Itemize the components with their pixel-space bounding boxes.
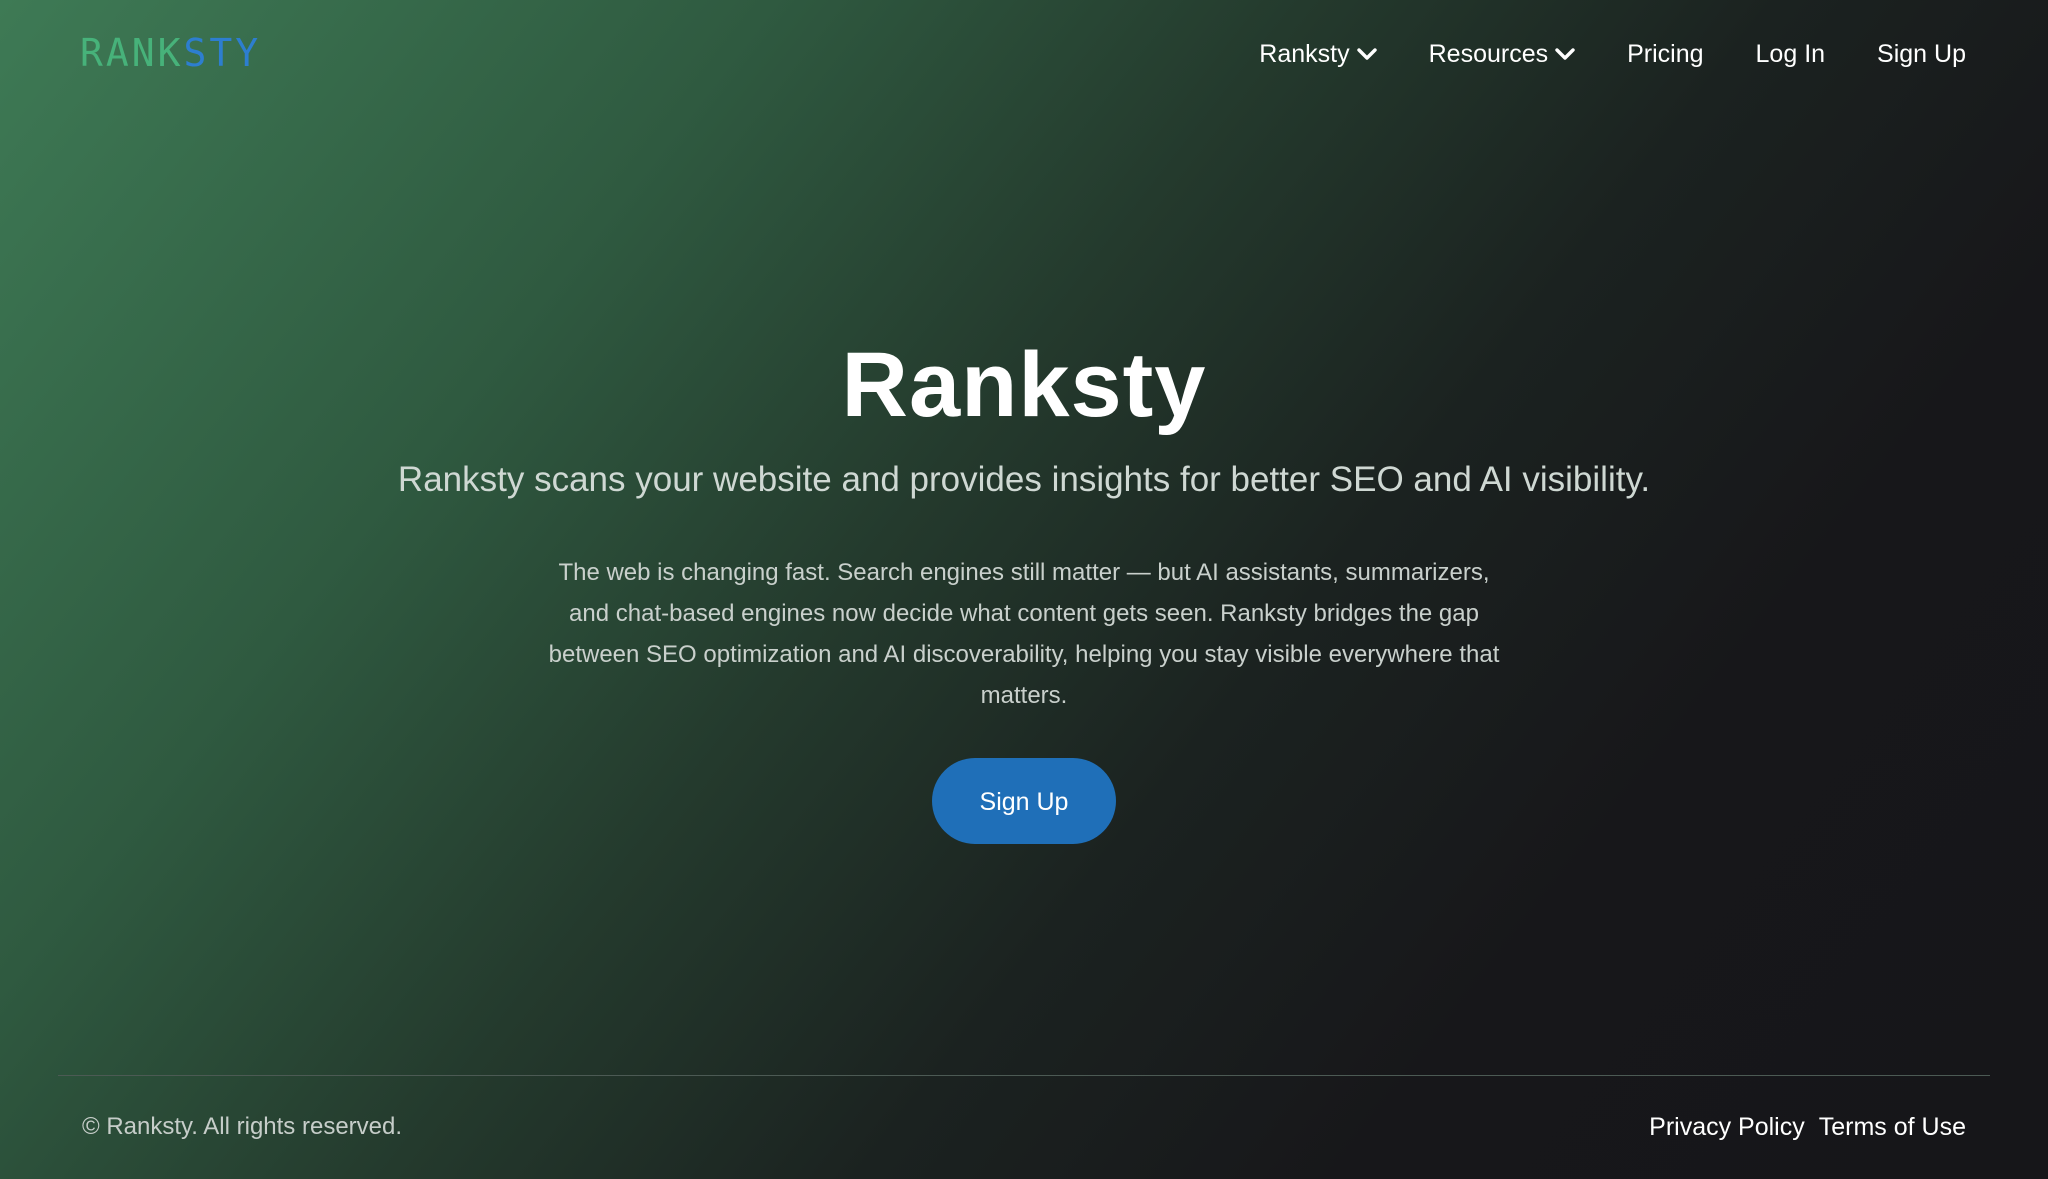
site-logo[interactable]: RANK STY <box>80 31 262 75</box>
nav-item-resources[interactable]: Resources <box>1429 40 1576 69</box>
footer-links: Privacy Policy Terms of Use <box>1649 1112 1966 1142</box>
nav-item-label: Log In <box>1755 39 1826 68</box>
logo-text-secondary: STY <box>183 31 262 75</box>
nav-item-log-in[interactable]: Log In <box>1756 40 1826 69</box>
footer-copyright: © Ranksty. All rights reserved. <box>82 1113 403 1140</box>
nav-item-sign-up[interactable]: Sign Up <box>1877 40 1966 69</box>
logo-text-primary: RANK <box>80 31 184 75</box>
footer-divider <box>58 1075 1990 1076</box>
nav-item-label: Resources <box>1428 39 1549 68</box>
site-header: RANK STY Ranksty Resources Pricing Log In… <box>0 0 2048 108</box>
nav-item-label: Ranksty <box>1259 39 1350 68</box>
hero-description: The web is changing fast. Search engines… <box>548 559 1500 709</box>
nav-item-pricing[interactable]: Pricing <box>1627 40 1703 69</box>
terms-of-use-link[interactable]: Terms of Use <box>1819 1112 1966 1142</box>
chevron-down-icon <box>1356 47 1377 61</box>
nav-item-label: Pricing <box>1627 39 1704 68</box>
chevron-down-icon <box>1555 47 1575 61</box>
hero-subtitle: Ranksty scans your website and provides … <box>397 460 1651 499</box>
hero-section: Ranksty Ranksty scans your website and p… <box>0 330 2048 844</box>
nav-item-label: Sign Up <box>1877 39 1966 68</box>
nav-item-ranksty[interactable]: Ranksty <box>1259 39 1377 69</box>
main-nav: Ranksty Resources Pricing Log In Sign Up <box>1259 30 1966 78</box>
hero-title: Ranksty <box>841 334 1207 436</box>
sign-up-button[interactable]: Sign Up <box>932 758 1116 844</box>
privacy-policy-link[interactable]: Privacy Policy <box>1649 1112 1805 1142</box>
